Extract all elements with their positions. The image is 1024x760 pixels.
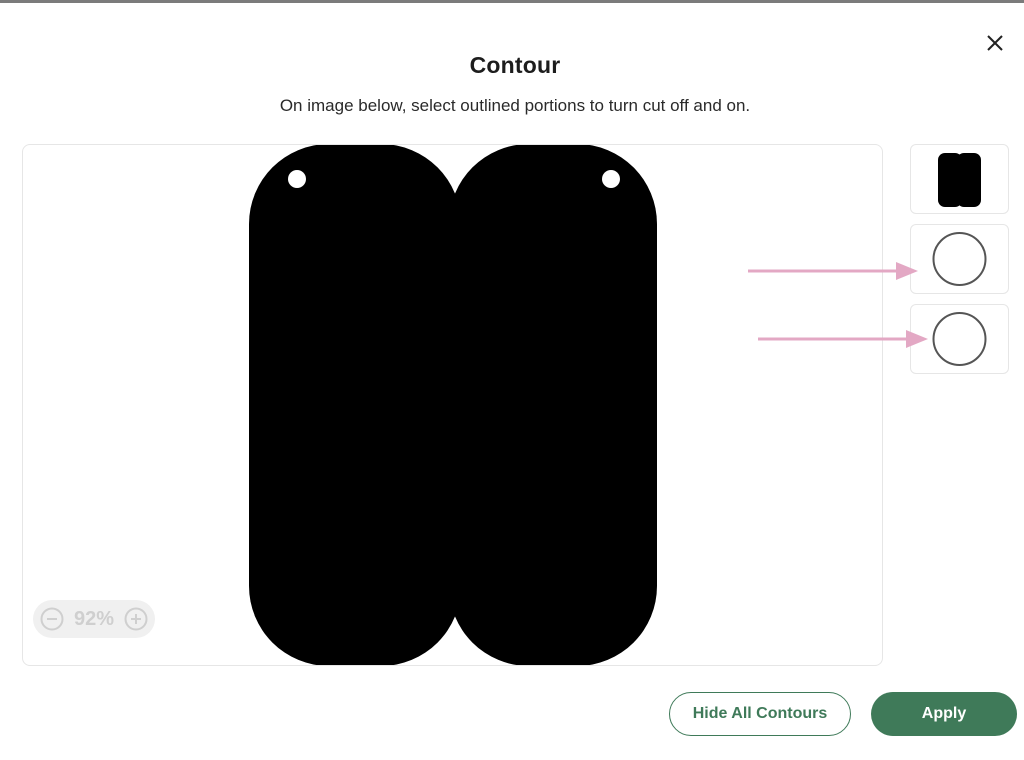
- zoom-in-button[interactable]: [123, 606, 149, 632]
- zoom-control: 92%: [33, 600, 155, 638]
- contour-shape[interactable]: [23, 145, 882, 665]
- double-tag-thumbnail-icon: [938, 153, 981, 207]
- close-button[interactable]: [984, 32, 1006, 54]
- minus-circle-icon: [40, 607, 64, 631]
- right-hole[interactable]: [602, 170, 620, 188]
- hide-all-contours-button[interactable]: Hide All Contours: [669, 692, 851, 736]
- close-icon: [987, 35, 1003, 51]
- contour-canvas[interactable]: 92%: [22, 144, 883, 666]
- plus-circle-icon: [124, 607, 148, 631]
- circle-outline-icon: [932, 232, 987, 286]
- apply-button[interactable]: Apply: [871, 692, 1017, 736]
- dialog-title: Contour: [469, 52, 561, 78]
- pointer-arrow-icon: [748, 262, 918, 280]
- window-top-border: [0, 0, 1024, 3]
- layer-thumbnail-tag[interactable]: [910, 144, 1009, 214]
- dialog-subtitle: On image below, select outlined portions…: [279, 96, 751, 115]
- left-tag-shape[interactable]: [249, 145, 461, 665]
- pointer-arrow-icon: [758, 330, 928, 348]
- right-tag-shape[interactable]: [449, 145, 657, 665]
- zoom-level: 92%: [73, 607, 115, 630]
- layer-thumbnail-hole-1[interactable]: [910, 224, 1009, 294]
- zoom-out-button[interactable]: [39, 606, 65, 632]
- left-hole[interactable]: [288, 170, 306, 188]
